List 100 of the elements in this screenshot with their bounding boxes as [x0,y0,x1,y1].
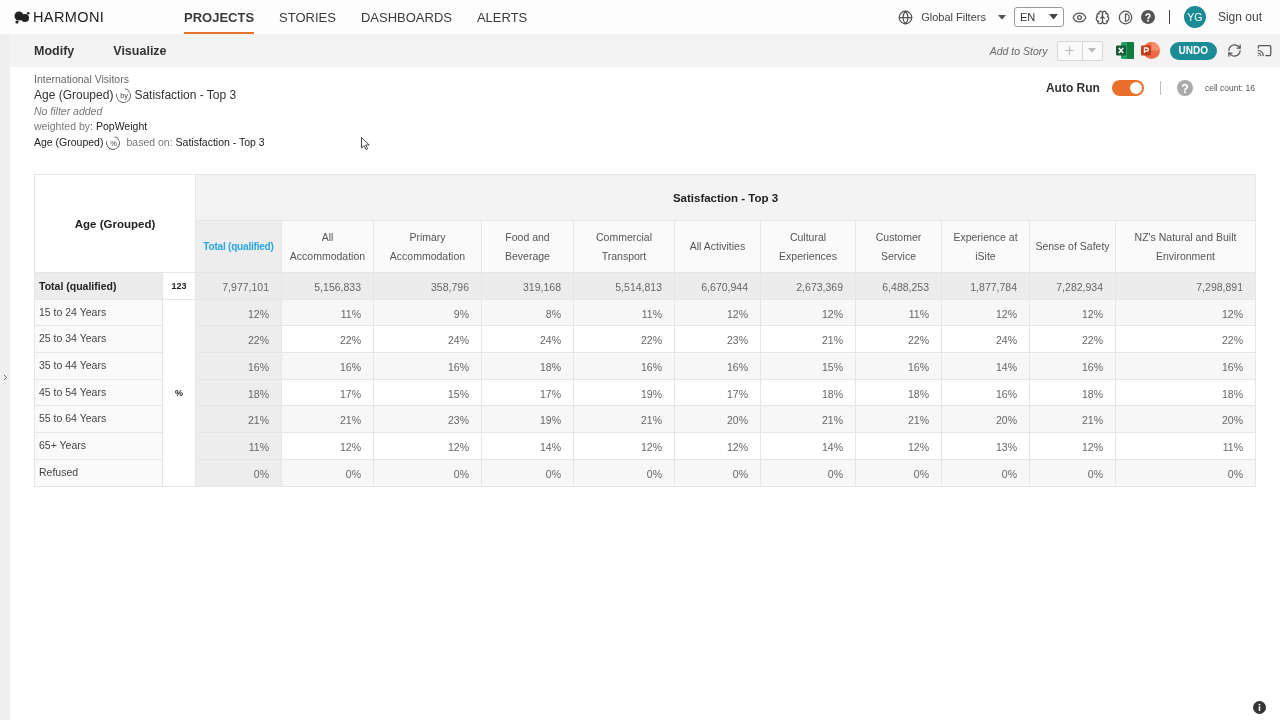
table-cell: 23% [373,405,482,433]
table-cell: 24% [373,325,482,353]
auto-run-label: Auto Run [1045,81,1100,95]
caret-icon [997,14,1006,20]
eye-icon[interactable] [1071,9,1087,25]
spreadsheet-export-icon[interactable] [1115,42,1134,59]
globe-icon[interactable] [898,9,914,25]
table-cell: 23% [674,325,761,353]
user-avatar[interactable]: YG [1183,6,1206,28]
table-cell: 17% [281,379,374,406]
table-cell: 22% [1115,325,1256,353]
nav-tab[interactable]: DASHBOARDS [360,0,452,34]
table-cell: 21% [573,405,675,433]
table-cell: 0% [674,459,761,486]
row-header-cell: Age (Grouped) [34,174,196,273]
presentation-export-icon[interactable] [1140,42,1160,59]
table-cell: Refused [34,459,163,486]
refresh-icon[interactable] [1227,43,1242,58]
table-cell: 1,877,784 [941,272,1030,300]
table-cell: 319,168 [481,272,574,300]
table-cell: 12% [674,432,761,460]
table-cell: 19% [481,405,574,433]
nav-tab[interactable]: STORIES [279,0,336,34]
table-cell: 55 to 64 Years [34,405,163,433]
table-cell: 14% [941,352,1030,380]
contrast-icon[interactable] [1117,9,1133,25]
table-cell: 12% [281,432,374,460]
table-cell: 11% [281,299,374,326]
table-cell: 16% [573,352,675,380]
table-cell: Total (qualified) [34,272,163,300]
add-to-story-label: Add to Story [989,44,1048,57]
column-header: Primary Accommodation [373,220,482,273]
table-cell: 18% [855,379,942,406]
cell-count: cell count: 16 [1204,83,1255,93]
logo-icon [14,10,30,24]
table-cell: 16% [674,352,761,380]
table-cell: 7,977,101 [195,272,282,300]
mode-tab[interactable]: Modify [34,43,75,58]
mode-tab[interactable]: Visualize [113,43,167,58]
cast-icon[interactable] [1257,43,1272,58]
auto-run-toggle[interactable] [1111,80,1144,96]
plus-icon [1063,44,1077,57]
table-cell: 16% [1115,352,1256,380]
column-header: Sense of Safety [1029,220,1116,273]
table-cell: 0% [573,459,675,486]
logo-text: HARMONI [33,9,105,25]
table-cell: 18% [1029,379,1116,406]
based-on-variable: Satisfaction - Top 3 [175,135,265,150]
table-cell: 18% [195,379,282,406]
column-header: Experience at iSite [941,220,1030,273]
table-cell: 11% [195,432,282,460]
mouse-cursor-icon [361,137,370,150]
based-on-label: based on: [126,135,173,150]
table-cell: 12% [674,299,761,326]
table-cell: 21% [760,405,856,433]
table-cell: 16% [855,352,942,380]
table-cell: 12% [760,299,856,326]
table-cell: 13% [941,432,1030,460]
nav-tab[interactable]: ALERTS [476,0,528,34]
table-cell: 24% [481,325,574,353]
table-cell: 14% [760,432,856,460]
table-cell: 19% [573,379,675,406]
column-group-header: Satisfaction - Top 3 [195,174,1256,221]
table-cell: 12% [573,432,675,460]
row-variable-title: Age (Grouped) [34,87,114,103]
table-cell: 0% [760,459,856,486]
table-cell: 6,670,944 [674,272,761,300]
table-cell: 0% [281,459,374,486]
table-cell: 17% [674,379,761,406]
language-select[interactable]: EN [1013,7,1064,27]
table-cell: 2,673,369 [760,272,856,300]
table-cell: 8% [481,299,574,326]
table-cell: 15 to 24 Years [34,299,163,326]
info-icon[interactable] [1253,701,1266,714]
caret-icon [1048,14,1058,20]
table-cell: 20% [941,405,1030,433]
table-cell: 18% [481,352,574,380]
sign-out-link[interactable]: Sign out [1217,10,1262,24]
table-cell: 35 to 44 Years [34,352,163,380]
table-cell: 16% [373,352,482,380]
table-cell: 45 to 54 Years [34,379,163,406]
column-header: Commercial Transport [573,220,675,273]
table-cell: 12% [941,299,1030,326]
caret-icon [1088,48,1097,53]
table-cell: 22% [855,325,942,353]
undo-button[interactable]: UNDO [1169,41,1217,60]
table-cell: 21% [195,405,282,433]
table-cell: 0% [941,459,1030,486]
column-header: All Activities [674,220,761,273]
brain-icon[interactable] [1094,9,1110,25]
weight-variable: PopWeight [95,119,148,134]
table-cell: 7,282,934 [1029,272,1116,300]
global-filters-button[interactable]: Global Filters [921,11,986,23]
table-cell: 0% [481,459,574,486]
column-header: Customer Service [855,220,942,273]
help-icon[interactable] [1140,10,1155,24]
table-cell: 12% [195,299,282,326]
table-cell: 18% [760,379,856,406]
table-cell: 0% [373,459,482,486]
table-cell: 12% [1029,299,1116,326]
